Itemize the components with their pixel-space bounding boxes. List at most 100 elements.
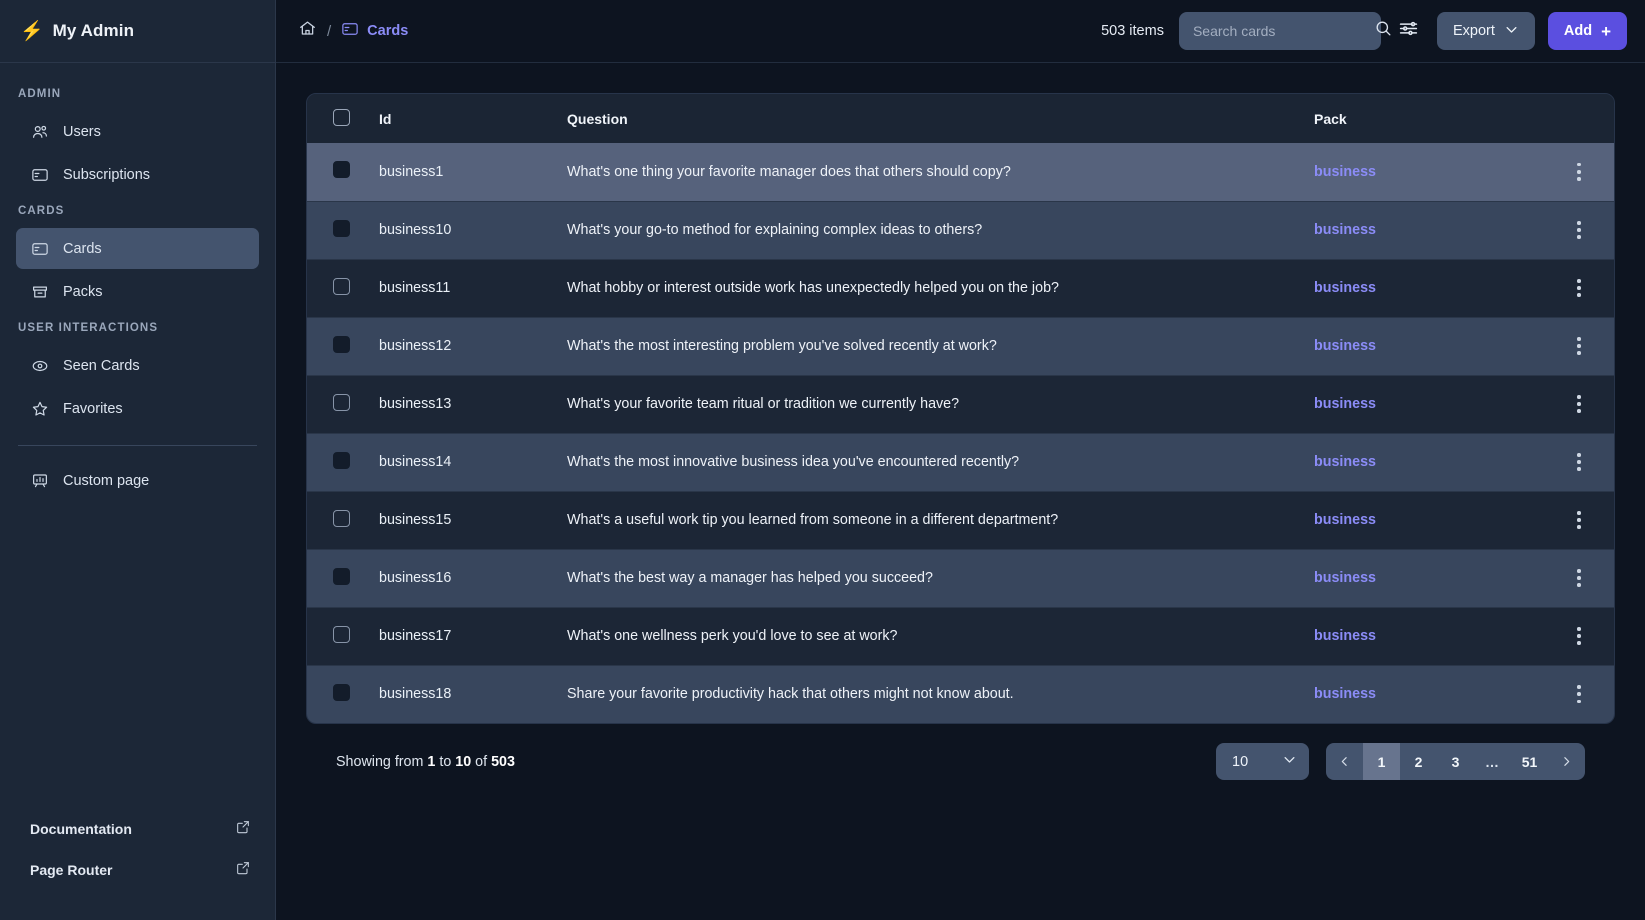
pack-link[interactable]: business [1314,570,1376,586]
export-label: Export [1453,23,1495,39]
sidebar-item-label: Packs [63,284,103,300]
row-checkbox[interactable] [333,278,350,295]
cell-pack: business [1314,317,1544,375]
row-checkbox[interactable] [333,626,350,643]
row-checkbox[interactable] [333,568,350,585]
cell-actions [1544,143,1614,201]
cell-actions [1544,665,1614,723]
showing-suffix: of [475,754,487,770]
search-box[interactable] [1179,12,1381,50]
row-checkbox[interactable] [333,220,350,237]
search-icon[interactable] [1374,19,1393,43]
column-header-question[interactable]: Question [567,94,1314,143]
pack-link[interactable]: business [1314,396,1376,412]
table-body: business1What's one thing your favorite … [307,143,1614,723]
kebab-menu-icon[interactable] [1544,685,1614,703]
cell-id: business18 [379,665,567,723]
sidebar-footer: Documentation Page Router [0,808,275,920]
pack-link[interactable]: business [1314,512,1376,528]
filter-button[interactable] [1394,14,1424,48]
row-checkbox[interactable] [333,510,350,527]
table-row[interactable]: business16What's the best way a manager … [307,549,1614,607]
sidebar-item-cards[interactable]: Cards [16,228,259,269]
kebab-menu-icon[interactable] [1544,163,1614,181]
page-button-3[interactable]: 3 [1437,743,1474,780]
cell-actions [1544,491,1614,549]
row-checkbox[interactable] [333,336,350,353]
table-row[interactable]: business11What hobby or interest outside… [307,259,1614,317]
sidebar-item-label: Seen Cards [63,358,140,374]
table-row[interactable]: business13What's your favorite team ritu… [307,375,1614,433]
next-page-button[interactable] [1548,743,1585,780]
page-size-select[interactable]: 10 [1216,743,1309,780]
breadcrumb-current-label: Cards [367,23,408,39]
pack-link[interactable]: business [1314,454,1376,470]
select-all-cell [307,94,379,143]
sidebar-item-label: Favorites [63,401,123,417]
page-button-1[interactable]: 1 [1363,743,1400,780]
pack-link[interactable]: business [1314,222,1376,238]
brand[interactable]: ⚡ My Admin [0,0,275,63]
table-row[interactable]: business18Share your favorite productivi… [307,665,1614,723]
row-checkbox[interactable] [333,394,350,411]
kebab-menu-icon[interactable] [1544,221,1614,239]
showing-text: Showing from 1 to 10 of 503 [336,754,515,770]
sidebar-link-page-router[interactable]: Page Router [0,849,275,890]
kebab-menu-icon[interactable] [1544,453,1614,471]
pack-link[interactable]: business [1314,628,1376,644]
cell-actions [1544,607,1614,665]
column-header-pack[interactable]: Pack [1314,94,1544,143]
kebab-menu-icon[interactable] [1544,279,1614,297]
page-button-51[interactable]: 51 [1511,743,1548,780]
pack-link[interactable]: business [1314,280,1376,296]
kebab-menu-icon[interactable] [1544,395,1614,413]
breadcrumb-current[interactable]: Cards [341,20,408,42]
pack-link[interactable]: business [1314,686,1376,702]
page-button-2[interactable]: 2 [1400,743,1437,780]
sidebar-item-seen-cards[interactable]: Seen Cards [16,345,259,386]
table-row[interactable]: business10What's your go-to method for e… [307,201,1614,259]
select-all-checkbox[interactable] [333,109,350,126]
row-select-cell [307,433,379,491]
table-row[interactable]: business17What's one wellness perk you'd… [307,607,1614,665]
row-select-cell [307,317,379,375]
kebab-menu-icon[interactable] [1544,337,1614,355]
eye-icon [30,356,49,375]
kebab-menu-icon[interactable] [1544,569,1614,587]
showing-total: 503 [491,754,515,770]
home-icon[interactable] [298,19,317,43]
cell-pack: business [1314,549,1544,607]
row-checkbox[interactable] [333,452,350,469]
sidebar-item-custom-page[interactable]: Custom page [16,460,259,501]
pack-link[interactable]: business [1314,338,1376,354]
kebab-menu-icon[interactable] [1544,511,1614,529]
search-input[interactable] [1193,23,1374,39]
table-row[interactable]: business15What's a useful work tip you l… [307,491,1614,549]
sidebar-item-users[interactable]: Users [16,111,259,152]
add-button[interactable]: Add + [1548,12,1627,50]
sliders-icon [1398,18,1419,44]
table-row[interactable]: business12What's the most interesting pr… [307,317,1614,375]
row-select-cell [307,143,379,201]
table-row[interactable]: business1What's one thing your favorite … [307,143,1614,201]
cell-id: business13 [379,375,567,433]
showing-mid: to [439,754,451,770]
prev-page-button[interactable] [1326,743,1363,780]
chevron-down-icon [1504,22,1519,41]
pack-link[interactable]: business [1314,164,1376,180]
column-header-id[interactable]: Id [379,94,567,143]
card-icon [30,165,49,184]
cell-question: What hobby or interest outside work has … [567,259,1314,317]
sidebar-item-favorites[interactable]: Favorites [16,388,259,429]
row-select-cell [307,491,379,549]
row-checkbox[interactable] [333,684,350,701]
sidebar-link-documentation[interactable]: Documentation [0,808,275,849]
column-header-actions [1544,94,1614,143]
export-button[interactable]: Export [1437,12,1535,50]
table-row[interactable]: business14What's the most innovative bus… [307,433,1614,491]
showing-prefix: Showing from [336,754,423,770]
kebab-menu-icon[interactable] [1544,627,1614,645]
row-checkbox[interactable] [333,161,350,178]
sidebar-item-packs[interactable]: Packs [16,271,259,312]
sidebar-item-subscriptions[interactable]: Subscriptions [16,154,259,195]
